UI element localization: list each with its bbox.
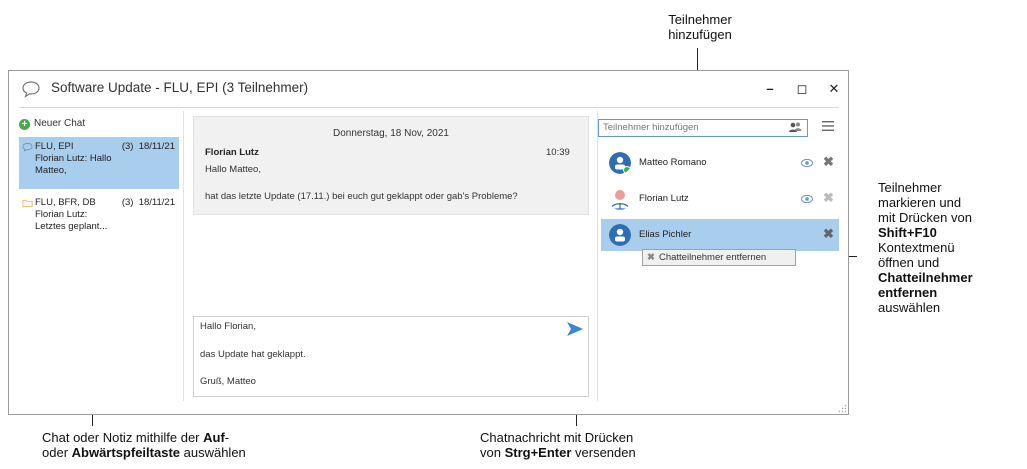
divider [19,107,839,108]
participant-item[interactable]: Elias Pichler ✖ [601,219,839,251]
chat-count: (3) [121,197,134,208]
context-menu-label: Chatteilnehmer entfernen [658,252,767,263]
avatar [610,190,630,210]
remove-participant-icon[interactable]: ✖ [823,227,834,241]
avatar [609,152,631,174]
compose-text: Hallo Florian, [200,321,256,332]
annotation-text: entfernen [878,285,938,300]
annotation-text: Kontextmenü [878,240,955,255]
participant-name: Matteo Romano [639,157,707,168]
message-date: Donnerstag, 18 Nov, 2021 [332,128,449,139]
chat-window: Software Update - FLU, EPI (3 Teilnehmer… [8,70,849,415]
chat-preview: Matteo, [35,165,67,176]
chat-count: (3) [121,141,134,152]
participant-name: Elias Pichler [639,229,692,240]
folder-icon [22,199,33,208]
send-icon[interactable] [565,320,585,338]
resize-grip-icon[interactable] [838,404,847,413]
annotation-text: hinzufügen [668,27,732,42]
avatar [609,224,631,246]
annotation-remove-participant: Teilnehmer markieren und mit Drücken von… [878,180,1026,315]
annotation-add-participant: Teilnehmer hinzufügen [640,12,760,42]
add-participant-input[interactable]: Teilnehmer hinzufügen [598,119,808,137]
participant-item[interactable]: Florian Lutz ✖ [601,183,839,215]
annotation-text: öffnen und [878,255,940,270]
chat-list-item[interactable]: FLU, EPI (3) 18/11/21 Florian Lutz: Hallo… [19,137,179,189]
participant-item[interactable]: Matteo Romano ✖ [601,147,839,179]
annotation-text: Chat oder Notiz mithilfe der Auf- [42,430,230,445]
chat-preview: Florian Lutz: Hallo [35,153,112,164]
compose-input[interactable]: Hallo Florian, das Update hat geklappt. … [193,316,589,397]
divider [597,111,598,401]
annotation-text: Chatnachricht mit Drücken [480,430,634,445]
remove-participant-icon[interactable]: ✖ [823,155,834,169]
chat-preview: Florian Lutz: [35,209,88,220]
eye-icon [801,158,813,168]
plus-icon: + [19,119,30,130]
annotation-send-message: Chatnachricht mit Drücken von Strg+Enter… [480,430,720,460]
window-title: Software Update - FLU, EPI (3 Teilnehmer… [51,80,309,95]
context-menu-remove-participant[interactable]: ✖ Chatteilnehmer entfernen [642,249,796,266]
annotation-text: markieren und [878,195,962,210]
new-chat-label: Neuer Chat [34,118,86,129]
close-icon: ✖ [647,252,655,263]
message-time: 10:39 [546,147,570,158]
annotation-text: mit Drücken von [878,210,972,225]
title-bar: Software Update - FLU, EPI (3 Teilnehmer… [9,71,848,107]
chat-date: 18/11/21 [138,197,175,208]
divider [183,111,184,401]
add-user-icon[interactable] [788,121,802,133]
chat-bubble-icon [22,142,33,152]
new-chat-button[interactable]: + Neuer Chat [19,118,85,134]
annotation-text: Teilnehmer [878,180,942,195]
compose-text: Gruß, Matteo [200,376,256,387]
annotation-text: auswählen [878,300,941,315]
annotation-text: Chatteilnehmer [878,270,973,285]
message-text: Hallo Matteo, [205,164,261,175]
chat-bubble-icon [22,81,40,98]
annotation-select-chat: Chat oder Notiz mithilfe der Auf- oder A… [42,430,362,460]
chat-name: FLU, BFR, DB [35,197,96,208]
hamburger-menu-icon[interactable] [821,119,835,133]
chat-date: 18/11/21 [138,141,175,152]
message-bubble: Donnerstag, 18 Nov, 2021 Florian Lutz 10… [193,116,589,215]
chat-preview: Letztes geplant... [35,221,108,232]
annotation-text: Shift+F10 [878,225,937,240]
minimize-button[interactable]: – [757,77,783,101]
close-button[interactable]: ✕ [821,77,847,101]
eye-icon [801,194,813,204]
annotation-text: Teilnehmer [668,12,732,27]
chat-name: FLU, EPI [35,141,74,152]
maximize-button[interactable]: ◻ [789,77,815,101]
annotation-text: von Strg+Enter versenden [480,445,636,460]
annotation-text: oder Abwärtspfeiltaste auswählen [42,445,246,460]
compose-text: das Update hat geklappt. [200,349,306,360]
message-text: hat das letzte Update (17.11.) bei euch … [205,191,518,202]
participant-name: Florian Lutz [639,193,689,204]
remove-participant-icon[interactable]: ✖ [823,191,834,205]
message-author: Florian Lutz [205,147,259,158]
chat-list-item[interactable]: FLU, BFR, DB (3) 18/11/21 Florian Lutz: L… [19,193,179,245]
